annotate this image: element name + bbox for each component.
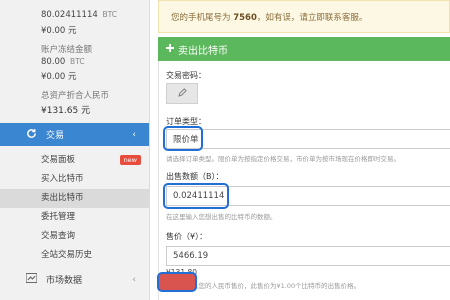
sidebar-section-trade-label: 交易 bbox=[46, 131, 65, 141]
panel-title: 卖出比特币 bbox=[178, 45, 228, 57]
password-label: 交易密码： bbox=[166, 71, 206, 80]
sidebar-item-site-history[interactable]: 全站交易历史 bbox=[0, 246, 149, 265]
pencil-icon bbox=[177, 87, 187, 100]
sidebar-item-label: 交易面板 bbox=[41, 155, 76, 165]
sidebar-item-trade-query[interactable]: 交易查询 bbox=[0, 227, 149, 246]
total-label: 总资产折合人民币 bbox=[41, 91, 110, 101]
sidebar-item-label: 卖出比特币 bbox=[41, 193, 84, 203]
price-label: 售价（¥）： bbox=[166, 232, 208, 241]
chart-icon bbox=[25, 272, 40, 286]
sidebar-item-label: 全站交易历史 bbox=[41, 250, 93, 260]
phone-tail: 7560 bbox=[233, 13, 257, 23]
frozen-btc-value: 80.00 bbox=[41, 57, 66, 67]
alert-suffix: ，如有误，请立即联系客服。 bbox=[256, 13, 368, 23]
btc-available: 80.02411114 BTC bbox=[41, 10, 117, 20]
sidebar-item-trade-panel[interactable]: 交易面板 new bbox=[0, 151, 149, 170]
main-content: 您的手机尾号为 7560，如有误，请立即联系客服。 卖出比特币 交易密码： 订单… bbox=[150, 0, 450, 300]
chevron-left-icon: ‹ bbox=[132, 129, 136, 140]
sidebar-item-orders[interactable]: 委托管理 bbox=[0, 208, 149, 227]
sidebar-item-label: 交易查询 bbox=[41, 231, 76, 241]
price-value: 5466.19 bbox=[173, 251, 209, 261]
sidebar-section-market-label: 市场数据 bbox=[46, 276, 83, 286]
sidebar: 80.02411114 BTC ¥0.00 元 账户冻结金额 80.00 BTC… bbox=[0, 0, 150, 300]
sidebar-section-trade[interactable]: 交易 ‹ bbox=[0, 123, 149, 146]
sell-panel-header: 卖出比特币 bbox=[158, 37, 450, 61]
plus-icon bbox=[166, 43, 174, 55]
frozen-btc: 80.00 BTC bbox=[41, 57, 85, 67]
cny-available: ¥0.00 元 bbox=[41, 26, 77, 36]
frozen-label: 账户冻结金额 bbox=[41, 45, 93, 55]
annotation-circle bbox=[163, 126, 203, 151]
sell-form: 交易密码： 订单类型： 限价单 请选择订单类型。限价单为按指定价格交易，市价单为… bbox=[158, 61, 450, 300]
order-type-select[interactable]: 限价单 bbox=[166, 129, 450, 149]
sidebar-section-market[interactable]: 市场数据 ‹ bbox=[0, 268, 149, 291]
price-input[interactable]: 5466.19 bbox=[166, 246, 450, 266]
frozen-cny: ¥0.00 元 bbox=[41, 72, 77, 82]
sidebar-item-label: 委托管理 bbox=[41, 212, 76, 222]
order-type-hint: 请选择订单类型。限价单为按指定价格交易，市价单为按市场现在价格即时交易。 bbox=[166, 155, 400, 163]
alert-prefix: 您的手机尾号为 bbox=[171, 13, 234, 23]
btc-unit: BTC bbox=[102, 10, 118, 19]
phone-alert: 您的手机尾号为 7560，如有误，请立即联系客服。 bbox=[158, 0, 450, 33]
amount-hint: 在这里输入您想出售的比特币的数额。 bbox=[166, 213, 277, 221]
btc-available-value: 80.02411114 bbox=[41, 10, 98, 20]
password-input[interactable] bbox=[166, 83, 198, 104]
new-badge: new bbox=[119, 155, 141, 165]
sidebar-item-buy-btc[interactable]: 买入比特币 bbox=[0, 170, 149, 189]
refresh-icon bbox=[26, 128, 40, 142]
total-value: ¥131.65 元 bbox=[41, 106, 91, 116]
sidebar-item-label: 买入比特币 bbox=[41, 174, 84, 184]
amount-label: 出售数额（B）： bbox=[166, 172, 224, 181]
sidebar-item-sell-btc[interactable]: 卖出比特币 bbox=[0, 189, 149, 208]
annotation-circle bbox=[163, 183, 229, 209]
chevron-left-icon: ‹ bbox=[132, 274, 136, 285]
submit-button[interactable] bbox=[157, 272, 197, 292]
frozen-btc-unit: BTC bbox=[70, 57, 85, 66]
